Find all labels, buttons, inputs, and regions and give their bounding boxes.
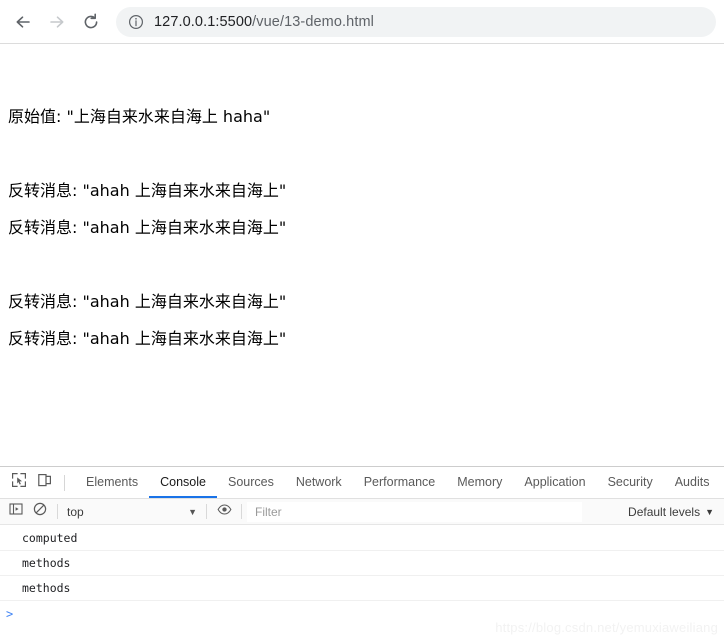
back-button[interactable] (8, 7, 38, 37)
tab-sources[interactable]: Sources (217, 467, 285, 498)
console-sidebar-button[interactable] (4, 500, 28, 524)
page-viewport: 原始值: "上海自来水来自海上 haha" 反转消息: "ahah 上海自来水来… (0, 45, 724, 466)
devtools-tabbar: Elements Console Sources Network Perform… (0, 467, 724, 499)
inspect-element-button[interactable] (6, 470, 32, 496)
console-toolbar-divider-2 (206, 504, 207, 519)
tab-network[interactable]: Network (285, 467, 353, 498)
original-value-line: 原始值: "上海自来水来自海上 haha" (8, 107, 271, 126)
clear-console-button[interactable] (28, 500, 52, 524)
reload-icon (81, 12, 101, 32)
chevron-down-icon: ▼ (188, 506, 197, 517)
log-levels-dropdown[interactable]: Default levels ▼ (628, 505, 724, 519)
live-expression-eye-icon (217, 502, 232, 522)
arrow-left-icon (13, 12, 33, 32)
toolbar-divider (64, 474, 65, 491)
prompt-caret-icon: > (6, 606, 14, 621)
tab-performance[interactable]: Performance (353, 467, 447, 498)
reversed-message-line-4: 反转消息: "ahah 上海自来水来自海上" (8, 329, 287, 348)
tab-security[interactable]: Security (597, 467, 664, 498)
device-toolbar-icon (37, 472, 53, 493)
url-host: 127.0.0.1:5500 (154, 13, 253, 30)
watermark: https://blog.csdn.net/yemuxiaweiliang (495, 620, 718, 635)
arrow-right-icon (47, 12, 67, 32)
devtools-panel: Elements Console Sources Network Perform… (0, 466, 724, 641)
execution-context-select[interactable]: top ▼ (63, 505, 201, 519)
tab-console[interactable]: Console (149, 467, 217, 498)
reversed-message-line-2: 反转消息: "ahah 上海自来水来自海上" (8, 218, 287, 237)
clear-console-icon (33, 502, 47, 521)
console-filter-input[interactable]: Filter (247, 501, 582, 522)
console-message: computed (0, 526, 724, 551)
reversed-message-line-1: 反转消息: "ahah 上海自来水来自海上" (8, 181, 287, 200)
execution-context-value: top (67, 504, 84, 519)
reversed-message-line-3: 反转消息: "ahah 上海自来水来自海上" (8, 292, 287, 311)
inspect-element-icon (11, 472, 27, 493)
url-text: 127.0.0.1:5500/vue/13-demo.html (154, 14, 374, 30)
tab-elements[interactable]: Elements (75, 467, 149, 498)
url-path: /vue/13-demo.html (252, 13, 374, 30)
forward-button[interactable] (42, 7, 72, 37)
console-message: methods (0, 551, 724, 576)
devtools-tool-icons (0, 467, 75, 498)
tab-memory[interactable]: Memory (446, 467, 513, 498)
info-circle-icon[interactable] (128, 14, 144, 30)
tab-application[interactable]: Application (513, 467, 596, 498)
chevron-down-icon: ▼ (705, 506, 714, 517)
log-levels-label: Default levels (628, 504, 701, 519)
live-expression-button[interactable] (212, 500, 236, 524)
devtools-tab-list: Elements Console Sources Network Perform… (75, 467, 724, 498)
console-sidebar-icon (9, 502, 23, 521)
console-toolbar: top ▼ Filter Default levels ▼ (0, 499, 724, 525)
address-bar[interactable]: 127.0.0.1:5500/vue/13-demo.html (116, 6, 716, 37)
console-message: methods (0, 576, 724, 601)
console-toolbar-divider-3 (241, 504, 242, 519)
browser-toolbar: 127.0.0.1:5500/vue/13-demo.html (0, 0, 724, 44)
device-toolbar-button[interactable] (32, 470, 58, 496)
console-toolbar-divider-1 (57, 504, 58, 519)
reload-button[interactable] (76, 7, 106, 37)
tab-audits[interactable]: Audits (664, 467, 721, 498)
